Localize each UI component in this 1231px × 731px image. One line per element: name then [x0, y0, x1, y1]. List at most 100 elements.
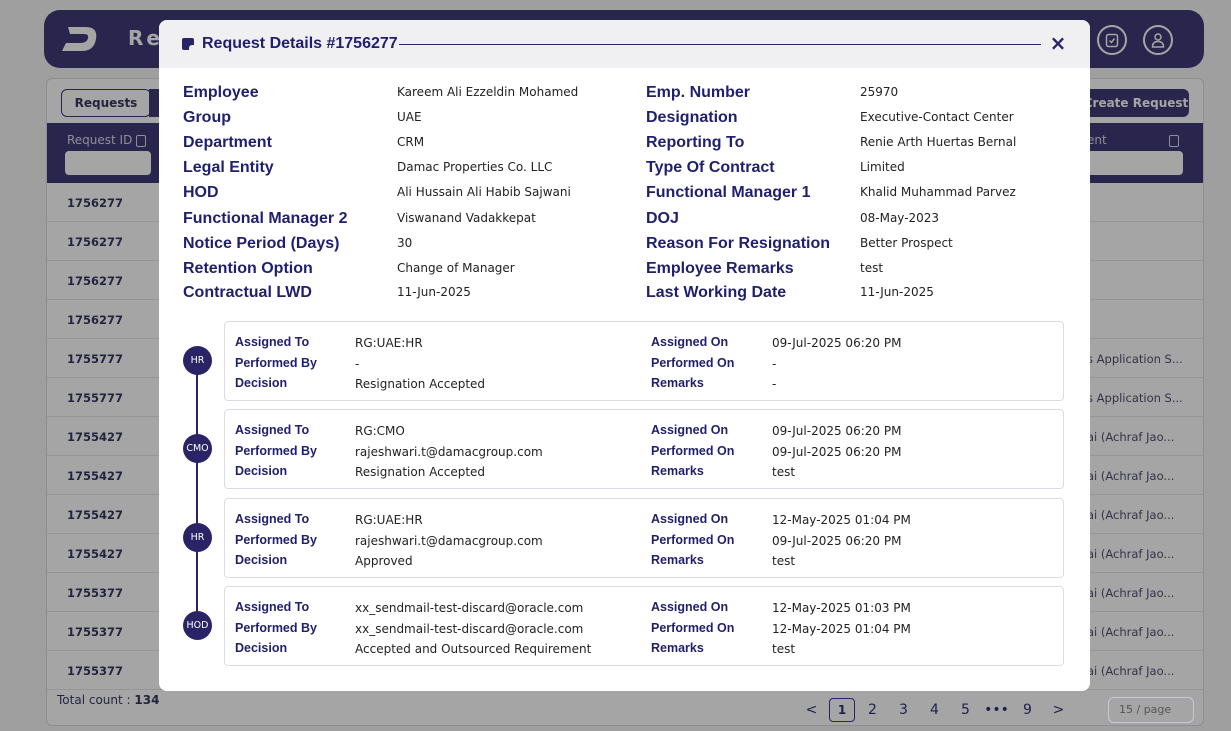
timeline-node-cmo-badge: CMO: [183, 434, 212, 463]
step-label-decision: Decision: [235, 553, 288, 567]
field-value: Damac Properties Co. LLC: [397, 160, 553, 174]
page-4[interactable]: 4: [919, 702, 950, 718]
timeline-line: [196, 360, 198, 626]
step-label-remarks: Remarks: [651, 553, 704, 567]
step-value-performed-by: rajeshwari.t@damacgroup.com: [355, 534, 543, 548]
field-label: Retention Option: [183, 260, 313, 277]
field-value: 08-May-2023: [860, 211, 940, 225]
modal-header: Request Details #1756277 ×: [159, 20, 1090, 68]
step-value-assigned-to: RG:CMO: [355, 424, 405, 438]
request-details-modal: Request Details #1756277 × Employee Karee…: [159, 20, 1090, 691]
step-value-performed-by: xx_sendmail-test-discard@oracle.com: [355, 622, 584, 636]
step-value-remarks: test: [772, 465, 796, 479]
field-value: CRM: [397, 135, 425, 149]
step-label-assigned-on: Assigned On: [651, 423, 729, 437]
step-value-assigned-on: 12-May-2025 01:03 PM: [772, 601, 911, 615]
page-ellipsis[interactable]: •••: [981, 702, 1012, 718]
page-9[interactable]: 9: [1012, 702, 1043, 718]
step-label-performed-by: Performed By: [235, 444, 317, 458]
field-label: Contractual LWD: [183, 284, 312, 301]
field-value: Viswanand Vadakkepat: [397, 211, 536, 225]
field-label: DOJ: [646, 210, 679, 227]
step-label-performed-on: Performed On: [651, 444, 735, 458]
step-label-assigned-on: Assigned On: [651, 335, 729, 349]
field-label: Department: [183, 134, 272, 151]
field-label: Legal Entity: [183, 159, 274, 176]
approval-step-card: Assigned To RG:CMO Assigned On 09-Jul-2025 …: [224, 409, 1064, 489]
timeline-node-hr-badge: HR: [183, 346, 212, 375]
step-value-performed-by: rajeshwari.t@damacgroup.com: [355, 445, 543, 459]
field-value: test: [860, 261, 884, 275]
field-label: Reporting To: [646, 134, 745, 151]
field-label: Emp. Number: [646, 84, 751, 101]
close-icon[interactable]: ×: [1048, 33, 1068, 53]
field-label: Functional Manager 2: [183, 210, 348, 227]
step-label-performed-by: Performed By: [235, 356, 317, 370]
step-value-performed-on: -: [772, 357, 777, 371]
field-value: 30: [397, 236, 413, 250]
field-label: Type Of Contract: [646, 159, 775, 176]
header-divider: [399, 44, 1041, 45]
step-value-remarks: test: [772, 554, 796, 568]
step-label-assigned-on: Assigned On: [651, 512, 729, 526]
step-value-performed-on: 12-May-2025 01:04 PM: [772, 622, 911, 636]
field-label: Notice Period (Days): [183, 235, 340, 252]
next-page-button[interactable]: >: [1043, 702, 1074, 718]
page-2[interactable]: 2: [857, 702, 888, 718]
step-value-remarks: test: [772, 642, 796, 656]
step-label-assigned-to: Assigned To: [235, 600, 310, 614]
field-label: Group: [183, 109, 231, 126]
field-value: Kareem Ali Ezzeldin Mohamed: [397, 85, 579, 99]
step-label-remarks: Remarks: [651, 464, 704, 478]
step-label-assigned-to: Assigned To: [235, 512, 310, 526]
step-value-assigned-on: 09-Jul-2025 06:20 PM: [772, 424, 902, 438]
step-label-assigned-to: Assigned To: [235, 423, 310, 437]
pagination: < 1 2 3 4 5 ••• 9 >: [796, 696, 1074, 724]
field-value: 11-Jun-2025: [860, 285, 934, 299]
step-label-assigned-to: Assigned To: [235, 335, 310, 349]
step-value-decision: Resignation Accepted: [355, 377, 486, 391]
field-value: 11-Jun-2025: [397, 285, 471, 299]
page-size-select[interactable]: 15 / page: [1108, 697, 1194, 723]
step-value-performed-by: -: [355, 357, 360, 371]
page-3[interactable]: 3: [888, 702, 919, 718]
step-label-decision: Decision: [235, 376, 288, 390]
field-label: Employee: [183, 84, 259, 101]
field-value: Change of Manager: [397, 261, 515, 275]
step-value-assigned-to: RG:UAE:HR: [355, 513, 423, 527]
field-label: Reason For Resignation: [646, 235, 831, 252]
step-value-assigned-to: RG:UAE:HR: [355, 336, 423, 350]
step-label-remarks: Remarks: [651, 376, 704, 390]
modal-title: Request Details #1756277: [202, 35, 398, 52]
timeline-node-hr-badge: HR: [183, 523, 212, 552]
approval-step-card: Assigned To RG:UAE:HR Assigned On 12-May-20…: [224, 498, 1064, 578]
approval-step-card: Assigned To xx_sendmail-test-discard@orac…: [224, 586, 1064, 666]
note-icon: [182, 38, 194, 50]
field-label: HOD: [183, 184, 219, 201]
field-value: Ali Hussain Ali Habib Sajwani: [397, 185, 571, 199]
field-label: Employee Remarks: [646, 260, 794, 277]
approval-step-card: Assigned To RG:UAE:HR Assigned On 09-Jul-20…: [224, 321, 1064, 401]
step-label-performed-on: Performed On: [651, 356, 735, 370]
field-label: Designation: [646, 109, 738, 126]
field-value: 25970: [860, 85, 899, 99]
field-value: Khalid Muhammad Parvez: [860, 185, 1016, 199]
page-5[interactable]: 5: [950, 702, 981, 718]
step-value-decision: Approved: [355, 554, 413, 568]
step-value-remarks: -: [772, 377, 777, 391]
field-value: Executive-Contact Center: [860, 110, 1014, 124]
step-label-performed-on: Performed On: [651, 533, 735, 547]
step-value-assigned-on: 12-May-2025 01:04 PM: [772, 513, 911, 527]
step-label-performed-by: Performed By: [235, 621, 317, 635]
field-label: Functional Manager 1: [646, 184, 811, 201]
step-value-assigned-on: 09-Jul-2025 06:20 PM: [772, 336, 902, 350]
step-label-remarks: Remarks: [651, 641, 704, 655]
field-label: Last Working Date: [646, 284, 787, 301]
step-value-assigned-to: xx_sendmail-test-discard@oracle.com: [355, 601, 584, 615]
page-1[interactable]: 1: [829, 698, 855, 722]
prev-page-button[interactable]: <: [796, 702, 827, 718]
step-label-performed-by: Performed By: [235, 533, 317, 547]
field-value: Limited: [860, 160, 905, 174]
step-label-decision: Decision: [235, 464, 288, 478]
step-value-decision: Resignation Accepted: [355, 465, 486, 479]
